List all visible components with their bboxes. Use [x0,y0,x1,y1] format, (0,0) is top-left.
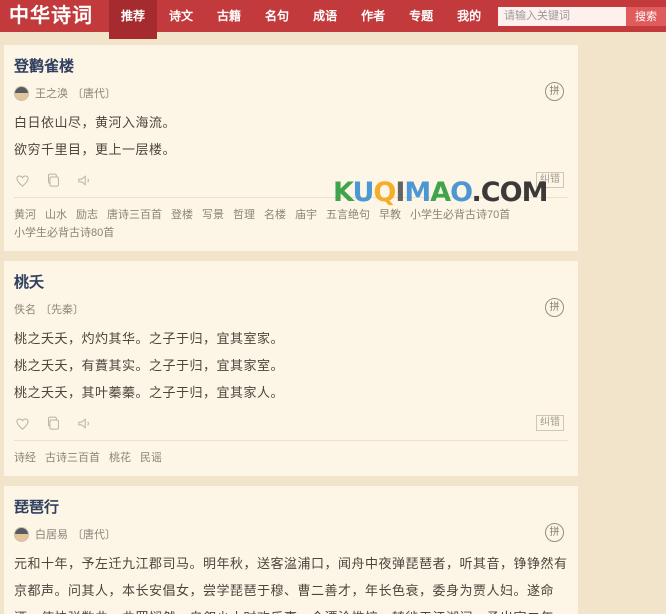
poem-line: 桃之夭夭，有蕡其实。之子于归，宜其家室。 [14,358,285,373]
speaker-icon[interactable] [76,172,93,189]
tag-list: 诗经 古诗三百首 桃花 民谣 [14,441,568,470]
nav-tab-idioms[interactable]: 成语 [301,0,349,32]
action-bar: 纠错 [14,170,568,190]
tag[interactable]: 励志 [76,206,98,222]
report-error-button[interactable]: 纠错 [536,172,564,188]
search-area: 搜索 [498,0,666,32]
author-dynasty: 〔先秦〕 [40,304,84,316]
like-icon[interactable] [14,415,31,432]
poem-card: 登鹳雀楼 王之涣 〔唐代〕 拼 白日依山尽，黄河入海流。 欲穷千里目，更上一层楼。… [4,45,578,251]
author-row: 佚名 〔先秦〕 拼 [14,298,568,317]
pinyin-toggle-icon[interactable]: 拼 [545,298,564,317]
nav-tab-recommend[interactable]: 推荐 [109,0,158,39]
copy-icon[interactable] [45,172,62,189]
poem-title[interactable]: 桃夭 [14,271,44,292]
search-input[interactable] [498,6,626,26]
tag[interactable]: 小学生必背古诗70首 [410,206,510,222]
author-dynasty: 〔唐代〕 [72,88,116,100]
poem-card: 桃夭 佚名 〔先秦〕 拼 桃之夭夭，灼灼其华。之子于归，宜其室家。 桃之夭夭，有蕡… [4,261,578,476]
author-avatar[interactable] [14,526,29,542]
nav-tab-books[interactable]: 古籍 [205,0,253,32]
author-name[interactable]: 王之涣 [35,85,68,101]
poem-body: 桃之夭夭，灼灼其华。之子于归，宜其室家。 桃之夭夭，有蕡其实。之子于归，宜其家室。… [14,325,568,406]
author-row: 白居易 〔唐代〕 拼 [14,523,568,542]
tag[interactable]: 桃花 [109,449,131,465]
poem-line: 白日依山尽，黄河入海流。 [14,115,177,130]
tag[interactable]: 山水 [45,206,67,222]
tag-list: 黄河 山水 励志 唐诗三百首 登楼 写景 哲理 名楼 庙宇 五言绝句 早教 小学生必背古诗70首小学生… [14,198,568,245]
like-icon[interactable] [14,172,31,189]
site-logo[interactable]: 中华诗词 [0,0,109,32]
poem-line: 桃之夭夭，灼灼其华。之子于归，宜其室家。 [14,331,285,346]
nav-tab-authors[interactable]: 作者 [349,0,397,32]
tag[interactable]: 名楼 [264,206,286,222]
tag[interactable]: 五言绝句 [326,206,370,222]
author-dynasty: 〔唐代〕 [72,529,116,541]
author-avatar[interactable] [14,85,29,101]
nav-tab-mine[interactable]: 我的 [445,0,493,32]
tag[interactable]: 黄河 [14,206,36,222]
pinyin-toggle-icon[interactable]: 拼 [545,523,564,542]
main-nav: 推荐 诗文 古籍 名句 成语 作者 专题 我的 [109,0,493,39]
tag[interactable]: 早教 [379,206,401,222]
poem-line: 桃之夭夭，其叶蓁蓁。之子于归，宜其家人。 [14,385,285,400]
tag[interactable]: 小学生必背古诗80首 [14,224,114,240]
poem-body: 白日依山尽，黄河入海流。 欲穷千里目，更上一层楼。 [14,109,568,163]
nav-tab-poems[interactable]: 诗文 [157,0,205,32]
poem-line: 欲穷千里目，更上一层楼。 [14,142,177,157]
report-error-button[interactable]: 纠错 [536,415,564,431]
poem-title[interactable]: 登鹳雀楼 [14,55,74,76]
tag[interactable]: 诗经 [14,449,36,465]
poem-title[interactable]: 琵琶行 [14,496,59,517]
author-name[interactable]: 佚名 [14,301,36,317]
tag[interactable]: 民谣 [140,449,162,465]
poem-feed: 登鹳雀楼 王之涣 〔唐代〕 拼 白日依山尽，黄河入海流。 欲穷千里目，更上一层楼。… [0,45,666,614]
pinyin-toggle-icon[interactable]: 拼 [545,82,564,101]
nav-tab-topics[interactable]: 专题 [397,0,445,32]
tag[interactable]: 哲理 [233,206,255,222]
tag[interactable]: 唐诗三百首 [107,206,162,222]
search-button[interactable]: 搜索 [626,6,666,26]
speaker-icon[interactable] [76,415,93,432]
author-name[interactable]: 白居易 [35,526,68,542]
poem-preface: 元和十年，予左迁九江郡司马。明年秋，送客湓浦口，闻舟中夜弹琵琶者，听其音，铮铮然… [14,556,568,614]
author-row: 王之涣 〔唐代〕 拼 [14,82,568,101]
action-bar: 纠错 [14,413,568,433]
copy-icon[interactable] [45,415,62,432]
nav-tab-quotes[interactable]: 名句 [253,0,301,32]
tag[interactable]: 古诗三百首 [45,449,100,465]
tag[interactable]: 庙宇 [295,206,317,222]
poem-card: 琵琶行 白居易 〔唐代〕 拼 元和十年，予左迁九江郡司马。明年秋，送客湓浦口，闻… [4,486,578,614]
tag[interactable]: 写景 [202,206,224,222]
top-header: 中华诗词 推荐 诗文 古籍 名句 成语 作者 专题 我的 搜索 [0,0,666,39]
tag[interactable]: 登楼 [171,206,193,222]
